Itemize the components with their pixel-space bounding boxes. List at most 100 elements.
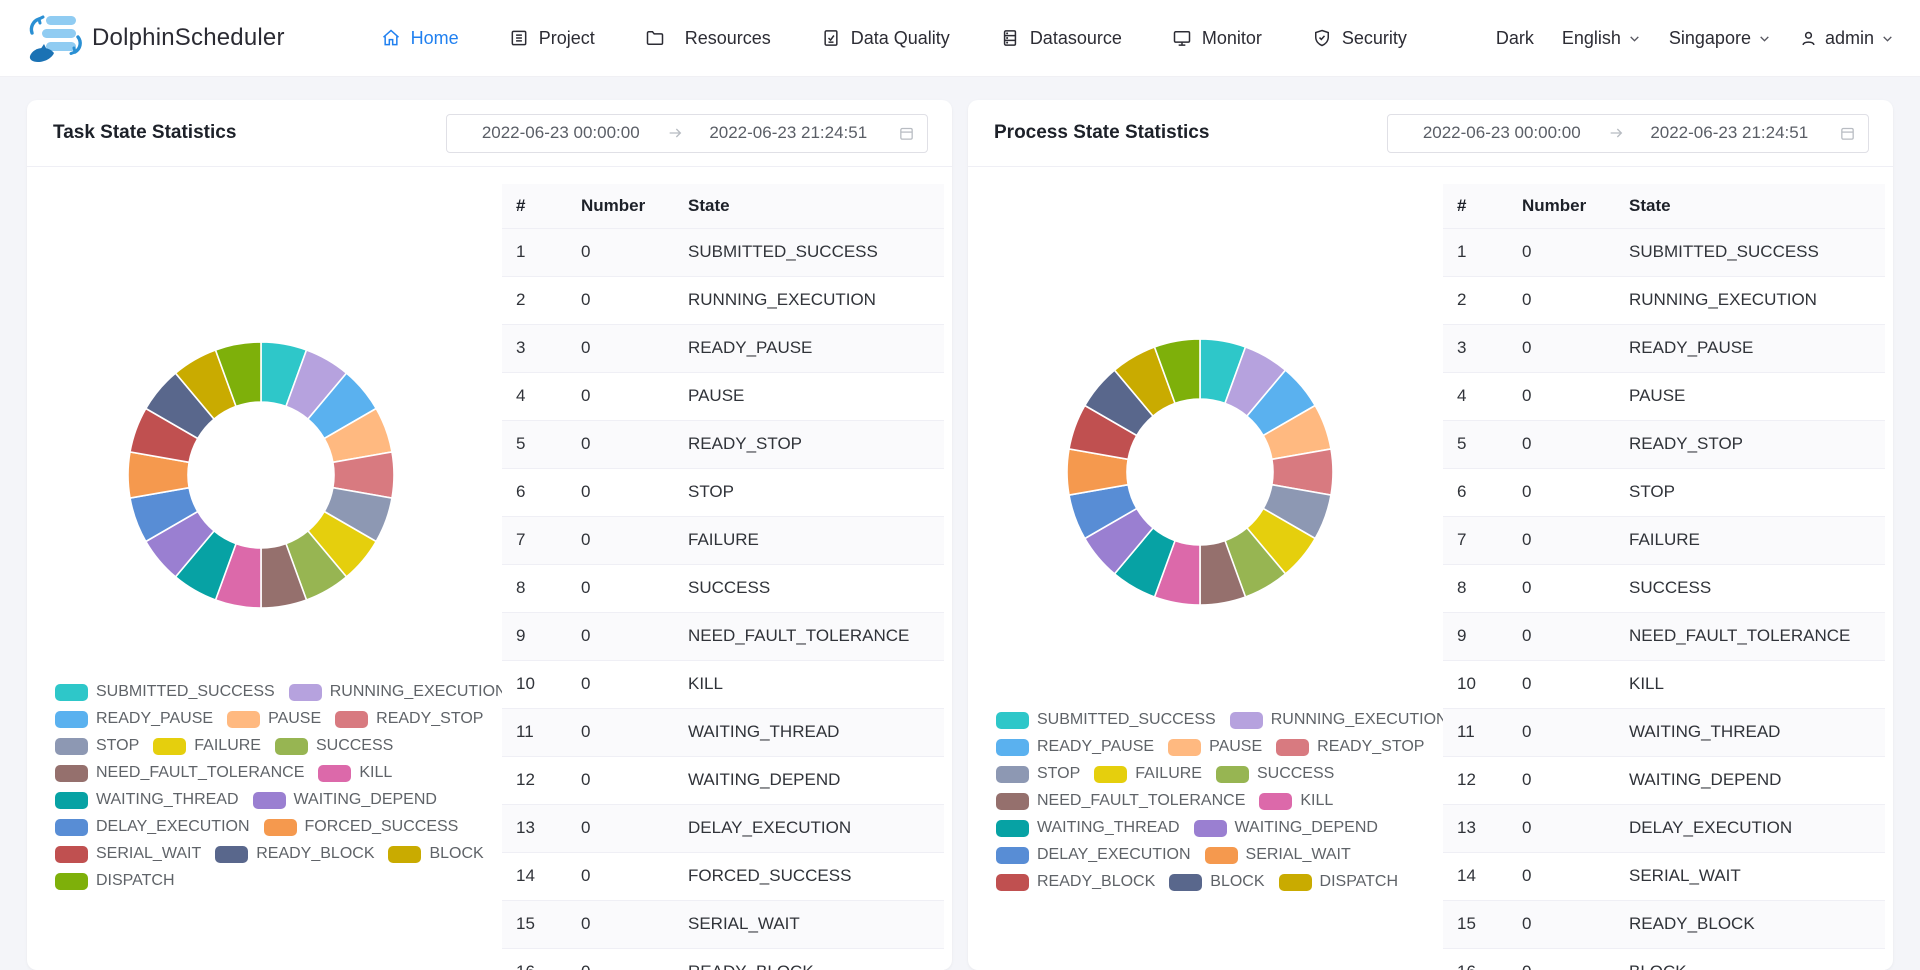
process-state-table: # Number State 1 0 SUBMITTED_SUCCESS 2 0… [1443,184,1885,970]
legend-item[interactable]: SERIAL_WAIT [1205,846,1351,864]
chevron-down-icon [1628,32,1641,45]
table-row: 12 0 WAITING_DEPEND [1443,756,1885,804]
date-end-value[interactable]: 2022-06-23 21:24:51 [687,123,891,143]
cell-state: SUBMITTED_SUCCESS [1615,228,1885,276]
cell-number: 0 [1508,708,1615,756]
cell-state: BLOCK [1615,948,1885,970]
table-header-row: # Number State [502,184,944,228]
legend-swatch [227,711,260,728]
nav-item-data-quality[interactable]: Data Quality [821,28,950,49]
cell-state: READY_BLOCK [1615,900,1885,948]
legend-label: STOP [1037,765,1080,783]
table-row: 2 0 RUNNING_EXECUTION [502,276,944,324]
legend-item[interactable]: BLOCK [388,845,483,863]
date-end-value[interactable]: 2022-06-23 21:24:51 [1628,123,1832,143]
legend-label: READY_STOP [1317,738,1424,756]
legend-item[interactable]: DISPATCH [1279,873,1399,891]
cell-index: 8 [502,564,567,612]
legend-item[interactable]: READY_PAUSE [55,710,213,728]
dolphinscheduler-logo-icon [26,12,84,64]
legend-item[interactable]: DELAY_EXECUTION [996,846,1191,864]
nav-item-datasource[interactable]: Datasource [1000,28,1122,49]
legend-item[interactable]: SUBMITTED_SUCCESS [996,711,1216,729]
user-menu[interactable]: admin [1799,28,1894,49]
legend-item[interactable]: FAILURE [1094,765,1202,783]
legend-item[interactable]: SERIAL_WAIT [55,845,201,863]
legend-label: STOP [96,737,139,755]
legend-item[interactable]: DELAY_EXECUTION [55,818,250,836]
legend-label: KILL [1300,792,1333,810]
legend-item[interactable]: RUNNING_EXECUTION [289,683,507,701]
legend-item[interactable]: SUCCESS [275,737,393,755]
cell-state: READY_STOP [674,420,944,468]
table-row: 12 0 WAITING_DEPEND [502,756,944,804]
nav-item-monitor[interactable]: Monitor [1172,28,1262,49]
table-row: 7 0 FAILURE [502,516,944,564]
legend-item[interactable]: SUCCESS [1216,765,1334,783]
nav-item-security[interactable]: Security [1312,28,1407,49]
cell-number: 0 [567,948,674,970]
legend-item[interactable]: STOP [55,737,139,755]
timezone-select[interactable]: Singapore [1669,28,1771,49]
legend-item[interactable]: KILL [1259,792,1333,810]
legend-item[interactable]: WAITING_THREAD [55,791,239,809]
date-range-picker[interactable]: 2022-06-23 00:00:00 2022-06-23 21:24:51 [446,114,928,153]
legend-item[interactable]: STOP [996,765,1080,783]
date-range-arrow-icon [663,125,687,141]
legend-item[interactable]: READY_STOP [1276,738,1424,756]
legend-item[interactable]: NEED_FAULT_TOLERANCE [996,792,1245,810]
table-header-row: # Number State [1443,184,1885,228]
legend-item[interactable]: PAUSE [227,710,321,728]
legend-item[interactable]: DISPATCH [55,872,175,890]
legend-item[interactable]: READY_BLOCK [215,845,374,863]
cell-state: FAILURE [1615,516,1885,564]
project-icon [509,28,529,48]
cell-number: 0 [567,564,674,612]
legend-label: DELAY_EXECUTION [1037,846,1191,864]
legend-item[interactable]: WAITING_DEPEND [1194,819,1378,837]
date-range-picker[interactable]: 2022-06-23 00:00:00 2022-06-23 21:24:51 [1387,114,1869,153]
home-icon [381,28,401,48]
date-start-value[interactable]: 2022-06-23 00:00:00 [1400,123,1604,143]
legend-label: SERIAL_WAIT [96,845,201,863]
cell-index: 16 [1443,948,1508,970]
cell-number: 0 [567,708,674,756]
cell-index: 13 [1443,804,1508,852]
legend-item[interactable]: PAUSE [1168,738,1262,756]
legend-label: RUNNING_EXECUTION [1271,711,1448,729]
legend-swatch [153,738,186,755]
legend-label: RUNNING_EXECUTION [330,683,507,701]
legend-swatch [996,874,1029,891]
calendar-icon [1839,125,1856,142]
legend-swatch [55,711,88,728]
nav-item-home[interactable]: Home [381,28,459,49]
table-row: 11 0 WAITING_THREAD [1443,708,1885,756]
nav-item-resources[interactable]: Resources [645,28,771,49]
col-header-state: State [674,184,944,228]
cell-index: 9 [1443,612,1508,660]
theme-toggle-button[interactable]: Dark [1496,28,1534,49]
legend-item[interactable]: RUNNING_EXECUTION [1230,711,1448,729]
legend-item[interactable]: READY_STOP [335,710,483,728]
cell-number: 0 [567,900,674,948]
date-start-value[interactable]: 2022-06-23 00:00:00 [459,123,663,143]
nav-item-project[interactable]: Project [509,28,595,49]
language-select[interactable]: English [1562,28,1641,49]
legend-label: PAUSE [1209,738,1262,756]
legend-item[interactable]: SUBMITTED_SUCCESS [55,683,275,701]
cell-state: STOP [1615,468,1885,516]
legend-item[interactable]: NEED_FAULT_TOLERANCE [55,764,304,782]
legend-item[interactable]: WAITING_DEPEND [253,791,437,809]
legend-swatch [1259,793,1292,810]
legend-item[interactable]: WAITING_THREAD [996,819,1180,837]
legend-item[interactable]: BLOCK [1169,873,1264,891]
legend-item[interactable]: FAILURE [153,737,261,755]
legend-item[interactable]: KILL [318,764,392,782]
cell-index: 14 [502,852,567,900]
cell-number: 0 [567,420,674,468]
legend-item[interactable]: FORCED_SUCCESS [264,818,459,836]
cell-state: SUCCESS [674,564,944,612]
cell-state: SERIAL_WAIT [674,900,944,948]
legend-item[interactable]: READY_BLOCK [996,873,1155,891]
legend-item[interactable]: READY_PAUSE [996,738,1154,756]
